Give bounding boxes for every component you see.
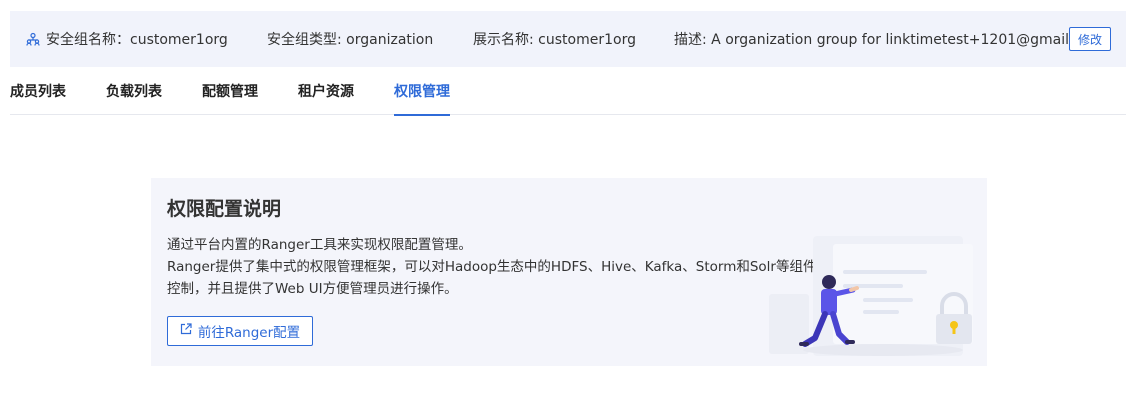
tab-quota[interactable]: 配额管理 [202,67,258,115]
tab-permissions[interactable]: 权限管理 [394,67,450,116]
goto-ranger-button[interactable]: 前往Ranger配置 [167,316,313,346]
permission-info-card: 权限配置说明 通过平台内置的Ranger工具来实现权限配置管理。 Ranger提… [151,178,987,366]
goto-ranger-label: 前往Ranger配置 [197,325,301,341]
group-name-text: 安全组名称：customer1org [46,32,228,48]
security-group-info-bar: 安全组名称：customer1org 安全组类型: organization 展… [10,11,1126,67]
tab-bar: 成员列表 负载列表 配额管理 租户资源 权限管理 [10,67,1126,116]
group-icon [26,32,40,46]
edit-button[interactable]: 修改 [1069,27,1111,51]
group-type-text: 安全组类型: organization [267,32,434,48]
card-title: 权限配置说明 [167,198,282,220]
external-link-icon [180,323,192,339]
group-name-item: 安全组名称：customer1org [26,11,228,67]
tab-tenant-resources[interactable]: 租户资源 [298,67,354,115]
description-text: 描述: A organization group for linktimetes… [674,32,1104,48]
tab-workloads[interactable]: 负载列表 [106,67,162,115]
permission-illustration [763,230,987,366]
tab-members[interactable]: 成员列表 [10,67,66,115]
display-name-text: 展示名称: customer1org [473,32,636,48]
